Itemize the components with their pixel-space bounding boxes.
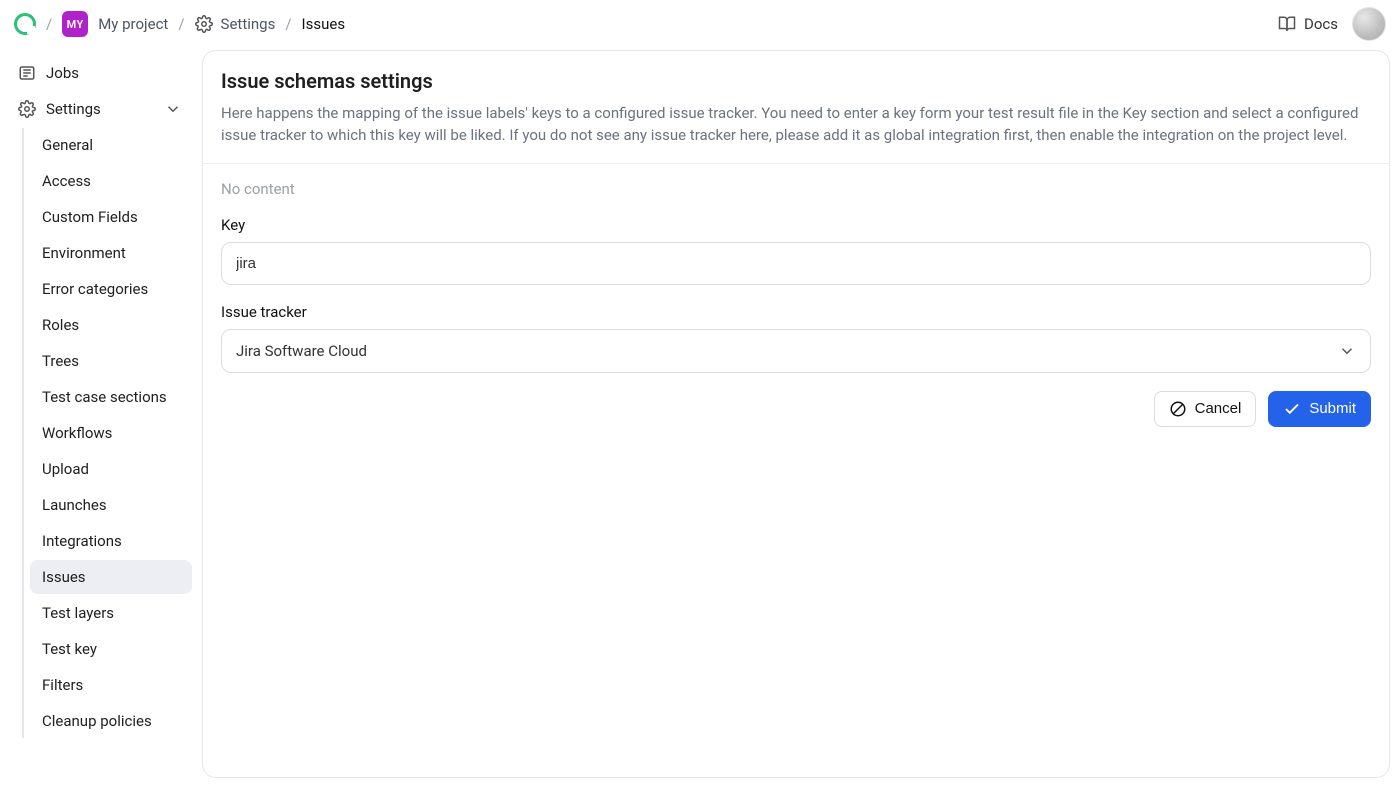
tracker-select[interactable]: Jira Software Cloud bbox=[221, 329, 1371, 373]
sidebar-sub-item[interactable]: Upload bbox=[30, 452, 192, 486]
breadcrumb-separator: / bbox=[178, 15, 184, 33]
page-description: Here happens the mapping of the issue la… bbox=[221, 103, 1371, 147]
sidebar: Jobs Settings GeneralAccessCustom Fields… bbox=[0, 48, 200, 788]
sidebar-item-settings[interactable]: Settings bbox=[8, 92, 192, 126]
chevron-down-icon bbox=[1338, 342, 1356, 360]
breadcrumb-project[interactable]: My project bbox=[98, 15, 168, 33]
sidebar-item-label: Settings bbox=[46, 100, 101, 118]
sidebar-sub-item[interactable]: Environment bbox=[30, 236, 192, 270]
chevron-down-icon bbox=[164, 100, 182, 118]
sidebar-sub-item[interactable]: Access bbox=[30, 164, 192, 198]
gear-icon bbox=[195, 15, 213, 33]
gear-icon bbox=[18, 100, 36, 118]
sidebar-sub-item[interactable]: Workflows bbox=[30, 416, 192, 450]
sidebar-item-label: Jobs bbox=[46, 64, 79, 82]
breadcrumb-current: Issues bbox=[302, 15, 346, 33]
breadcrumb: / MY My project / Settings / Issues bbox=[14, 11, 345, 37]
breadcrumb-separator: / bbox=[46, 15, 52, 33]
sidebar-sub-item[interactable]: Test layers bbox=[30, 596, 192, 630]
submit-button[interactable]: Submit bbox=[1268, 391, 1371, 427]
docs-link[interactable]: Docs bbox=[1278, 15, 1338, 33]
tracker-label: Issue tracker bbox=[221, 303, 1371, 321]
breadcrumb-separator: / bbox=[285, 15, 291, 33]
cancel-icon bbox=[1169, 400, 1187, 418]
sidebar-sub-item[interactable]: Launches bbox=[30, 488, 192, 522]
app-logo[interactable] bbox=[14, 13, 36, 35]
main-panel: Issue schemas settings Here happens the … bbox=[202, 50, 1390, 778]
sidebar-sub-item[interactable]: Error categories bbox=[30, 272, 192, 306]
sidebar-sub-item[interactable]: Filters bbox=[30, 668, 192, 702]
sidebar-sub-item[interactable]: Test case sections bbox=[30, 380, 192, 414]
no-content-label: No content bbox=[221, 180, 1371, 198]
sidebar-sub-item[interactable]: Cleanup policies bbox=[30, 704, 192, 738]
sidebar-sub-item[interactable]: Custom Fields bbox=[30, 200, 192, 234]
sidebar-sub-item[interactable]: General bbox=[30, 128, 192, 162]
page-title: Issue schemas settings bbox=[221, 69, 1371, 93]
jobs-icon bbox=[18, 64, 36, 82]
sidebar-sub-item[interactable]: Integrations bbox=[30, 524, 192, 558]
sidebar-sub-item[interactable]: Trees bbox=[30, 344, 192, 378]
book-icon bbox=[1278, 15, 1296, 33]
user-avatar[interactable] bbox=[1352, 7, 1386, 41]
sidebar-sub-item[interactable]: Test key bbox=[30, 632, 192, 666]
sidebar-item-jobs[interactable]: Jobs bbox=[8, 56, 192, 90]
cancel-button[interactable]: Cancel bbox=[1154, 391, 1257, 427]
tracker-value: Jira Software Cloud bbox=[236, 342, 367, 360]
sidebar-sub-item[interactable]: Roles bbox=[30, 308, 192, 342]
key-label: Key bbox=[221, 216, 1371, 234]
check-icon bbox=[1283, 400, 1301, 418]
breadcrumb-settings[interactable]: Settings bbox=[195, 15, 276, 33]
key-input[interactable] bbox=[221, 242, 1371, 285]
project-badge[interactable]: MY bbox=[62, 11, 88, 37]
sidebar-sub-item[interactable]: Issues bbox=[30, 560, 192, 594]
